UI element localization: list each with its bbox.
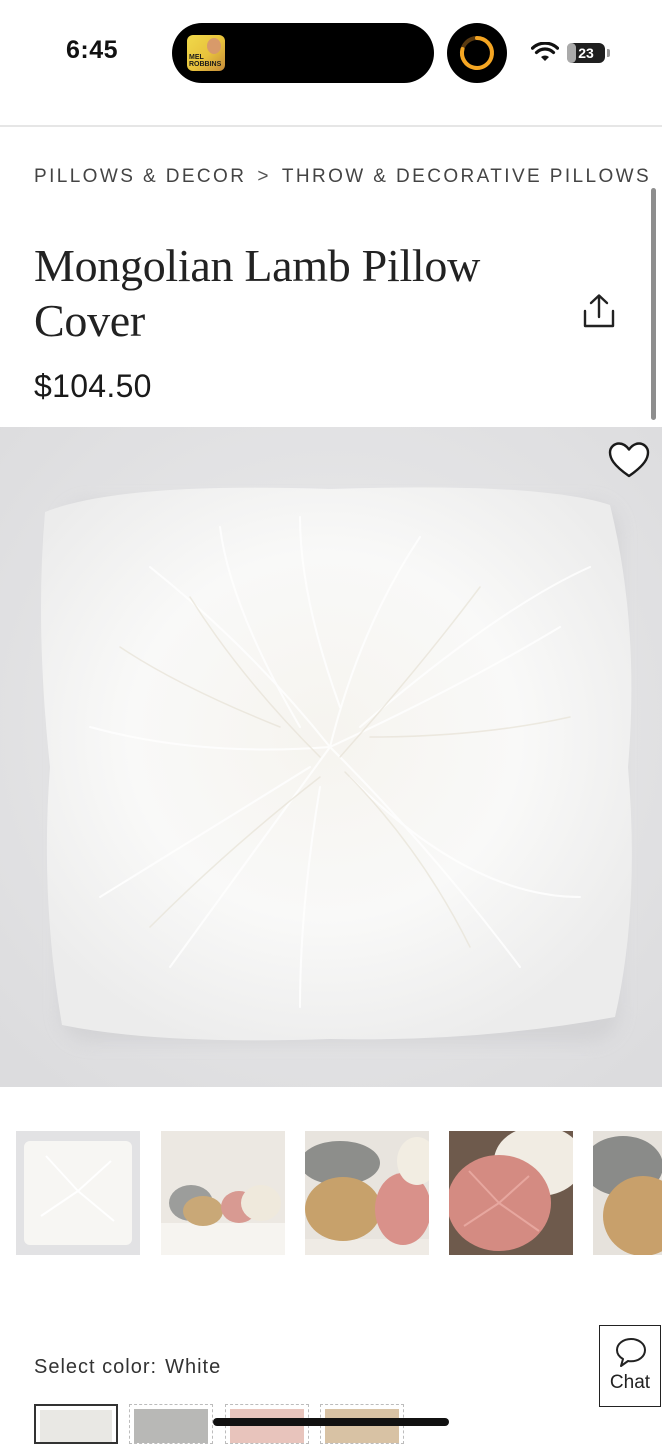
- wifi-icon: [531, 42, 559, 61]
- thumbnail-1[interactable]: [16, 1131, 140, 1255]
- chat-button[interactable]: Chat: [599, 1325, 661, 1407]
- breadcrumb: PILLOWS & DECOR > THROW & DECORATIVE PILLO…: [34, 166, 651, 188]
- header-divider: [0, 125, 662, 127]
- thumbnail-5[interactable]: [593, 1131, 662, 1255]
- thumbnail-mixed-pillows: [593, 1131, 662, 1255]
- pillow-image: [0, 427, 662, 1087]
- chat-label: Chat: [609, 1372, 651, 1393]
- thumbnail-stacked-pillows: [305, 1131, 429, 1255]
- thumbnail-pink-pillow: [449, 1131, 573, 1255]
- thumbnail-3[interactable]: [305, 1131, 429, 1255]
- status-time: 6:45: [66, 36, 119, 64]
- color-label-prefix: Select color:: [34, 1356, 158, 1378]
- scrollbar[interactable]: [651, 188, 656, 420]
- heart-icon[interactable]: [607, 440, 651, 480]
- status-bar: 6:45 MEL ROBBINS 23: [0, 0, 662, 110]
- podcast-host-avatar: [207, 38, 221, 54]
- battery-level: 23: [578, 45, 594, 61]
- thumbnail-4[interactable]: [449, 1131, 573, 1255]
- swatch-fill: [230, 1409, 304, 1443]
- product-main-image[interactable]: [0, 427, 662, 1087]
- swatch-fill: [134, 1409, 208, 1443]
- image-thumbnail-strip: [0, 1120, 662, 1265]
- swatch-fill: [40, 1410, 112, 1442]
- breadcrumb-link-pillows-decor[interactable]: PILLOWS & DECOR: [34, 166, 246, 187]
- breadcrumb-link-throw-pillows[interactable]: THROW & DECORATIVE PILLOWS: [282, 166, 651, 187]
- swatch-fill: [325, 1409, 399, 1443]
- color-swatch-white[interactable]: [34, 1404, 118, 1444]
- share-icon[interactable]: [580, 292, 618, 332]
- timer-ring-icon: [459, 36, 494, 70]
- chat-bubble-icon: [616, 1338, 646, 1367]
- color-swatch-gray[interactable]: [129, 1404, 213, 1444]
- product-title: Mongolian Lamb Pillow Cover: [34, 240, 481, 346]
- dynamic-island[interactable]: MEL ROBBINS: [172, 23, 434, 83]
- battery-icon: 23: [567, 43, 605, 63]
- now-playing-thumb-text: MEL ROBBINS: [189, 54, 222, 68]
- selected-color-value: White: [165, 1356, 222, 1378]
- battery-tip: [607, 49, 610, 57]
- thumbnail-2[interactable]: [161, 1131, 285, 1255]
- color-selector-label: Select color: White: [34, 1356, 221, 1379]
- thumbnail-white-pillow: [16, 1131, 140, 1255]
- breadcrumb-separator: >: [257, 166, 271, 187]
- now-playing-thumbnail[interactable]: MEL ROBBINS: [187, 35, 225, 71]
- thumbnail-bench-pillows: [161, 1131, 285, 1255]
- home-indicator[interactable]: [213, 1418, 449, 1426]
- product-price: $104.50: [34, 368, 152, 404]
- timer-activity[interactable]: [447, 23, 507, 83]
